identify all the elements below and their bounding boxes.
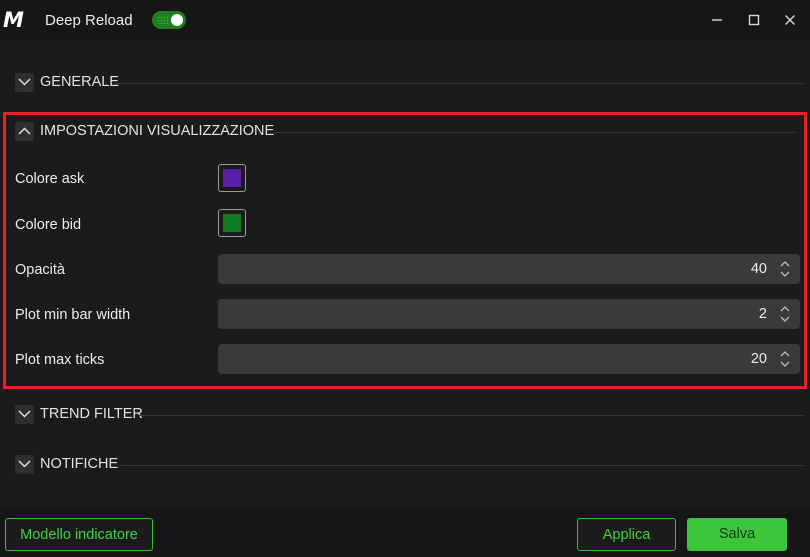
- min-bar-width-value: 2: [758, 306, 767, 322]
- section-label: GENERALE: [40, 74, 119, 90]
- expand-notifiche-button[interactable]: [15, 455, 34, 474]
- spin-arrows-icon[interactable]: [779, 259, 791, 279]
- opacity-value: 40: [750, 261, 767, 277]
- chevron-down-icon: [18, 460, 31, 468]
- section-label: IMPOSTAZIONI VISUALIZZAZIONE: [40, 123, 275, 139]
- expand-trend-filter-button[interactable]: [15, 405, 34, 424]
- close-button[interactable]: [780, 10, 800, 30]
- min-bar-width-label: Plot min bar width: [15, 307, 131, 323]
- app-title: Deep Reload: [45, 12, 133, 29]
- section-display-settings[interactable]: IMPOSTAZIONI VISUALIZZAZIONE: [15, 121, 795, 141]
- indicator-template-button[interactable]: Modello indicatore: [5, 518, 153, 551]
- apply-button[interactable]: Applica: [577, 518, 676, 551]
- chevron-down-icon: [18, 78, 31, 86]
- minimize-icon: [712, 19, 722, 21]
- max-ticks-spinbox[interactable]: 20: [218, 344, 800, 374]
- maximize-icon: [748, 14, 760, 26]
- opacity-spinbox[interactable]: 40: [218, 254, 800, 284]
- app-logo: M: [3, 8, 24, 32]
- section-divider: [139, 415, 803, 416]
- save-button[interactable]: Salva: [687, 518, 787, 551]
- opacity-label: Opacità: [15, 262, 65, 278]
- deep-reload-toggle[interactable]: [152, 11, 186, 29]
- bid-color-label: Colore bid: [15, 217, 82, 233]
- expand-generale-button[interactable]: [15, 73, 34, 92]
- footer-bar: Modello indicatore Applica Salva: [0, 507, 810, 557]
- ask-color-label: Colore ask: [15, 171, 85, 187]
- maximize-button[interactable]: [744, 10, 764, 30]
- min-bar-width-spinbox[interactable]: 2: [218, 299, 800, 329]
- section-label: NOTIFICHE: [40, 456, 119, 472]
- ask-color-picker[interactable]: [218, 164, 246, 192]
- section-notifiche[interactable]: NOTIFICHE: [15, 454, 803, 474]
- section-divider: [273, 132, 795, 133]
- minimize-button[interactable]: [707, 10, 727, 30]
- close-icon: [785, 15, 795, 25]
- toggle-texture: [157, 16, 169, 24]
- title-bar: M Deep Reload: [0, 0, 810, 40]
- max-ticks-label: Plot max ticks: [15, 352, 105, 368]
- section-generale[interactable]: GENERALE: [15, 72, 803, 92]
- bid-color-swatch: [223, 214, 241, 232]
- chevron-up-icon: [18, 127, 31, 135]
- collapse-display-button[interactable]: [15, 122, 34, 141]
- section-divider: [121, 465, 803, 466]
- section-label: TREND FILTER: [40, 406, 143, 422]
- max-ticks-value: 20: [750, 351, 767, 367]
- ask-color-swatch: [223, 169, 241, 187]
- spin-arrows-icon[interactable]: [779, 304, 791, 324]
- toggle-knob: [171, 14, 183, 26]
- chevron-down-icon: [18, 410, 31, 418]
- section-trend-filter[interactable]: TREND FILTER: [15, 404, 803, 424]
- section-divider: [115, 83, 803, 84]
- spin-arrows-icon[interactable]: [779, 349, 791, 369]
- bid-color-picker[interactable]: [218, 209, 246, 237]
